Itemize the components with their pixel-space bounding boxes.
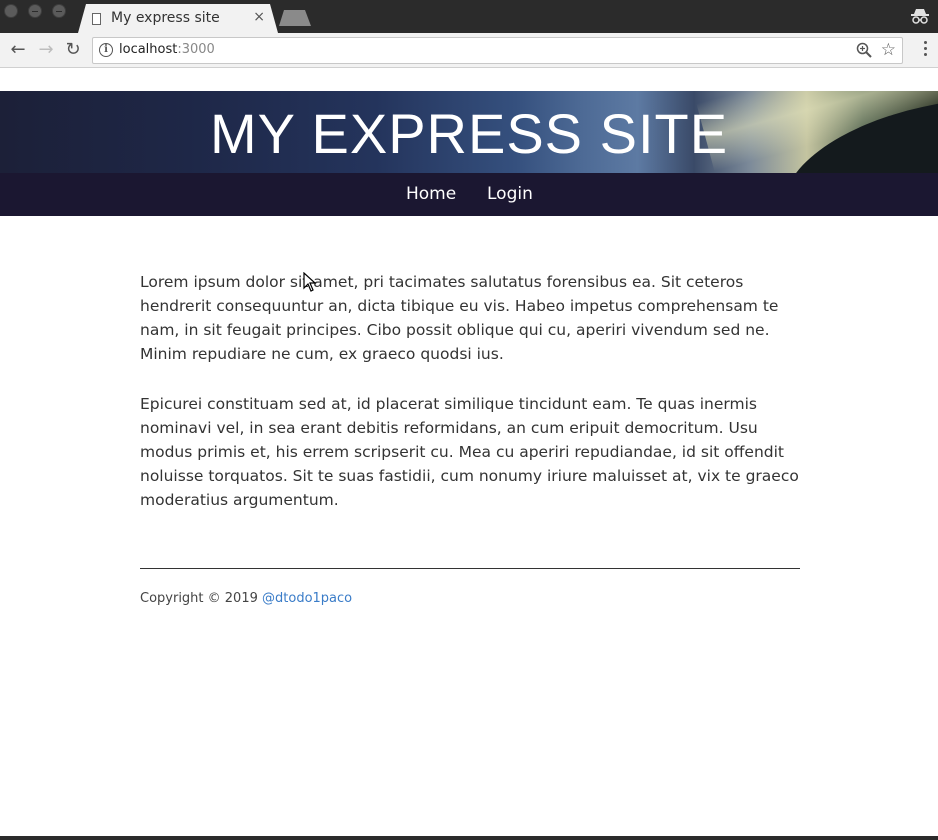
browser-tab[interactable]: My express site × — [78, 4, 278, 33]
window-maximize-button[interactable] — [52, 4, 66, 18]
browser-menu-icon[interactable] — [924, 41, 928, 59]
copyright-text: Copyright © 2019 — [140, 591, 263, 606]
footer-divider — [140, 568, 800, 569]
tab-close-button[interactable]: × — [253, 9, 265, 25]
site-footer: Copyright © 2019 @dtodo1paco — [140, 591, 352, 606]
url-text[interactable]: localhost:3000 — [119, 42, 215, 57]
new-tab-button[interactable] — [279, 10, 311, 26]
author-link[interactable]: @dtodo1paco — [262, 591, 352, 606]
hero-banner: MY EXPRESS SITE — [0, 91, 938, 173]
forward-button[interactable]: → — [36, 40, 56, 60]
window-bottom-border — [0, 836, 938, 840]
back-button[interactable]: ← — [8, 40, 28, 60]
incognito-icon — [911, 9, 929, 24]
nav-link-home[interactable]: Home — [406, 184, 456, 204]
url-host: localhost — [119, 42, 178, 57]
page-viewport: MY EXPRESS SITE Home Login Lorem ipsum d… — [0, 68, 938, 836]
tab-title: My express site — [111, 10, 220, 26]
paragraph: Epicurei constituam sed at, id placerat … — [140, 395, 799, 509]
zoom-icon[interactable] — [856, 42, 872, 58]
site-navbar: Home Login — [0, 173, 938, 216]
browser-titlebar: My express site × — [0, 0, 938, 33]
bookmark-star-icon[interactable]: ☆ — [881, 40, 896, 60]
mouse-cursor-icon — [303, 272, 317, 292]
site-info-icon[interactable]: i — [99, 43, 113, 57]
document-icon — [92, 13, 101, 25]
main-content: Lorem ipsum dolor sit amet, pri tacimate… — [140, 270, 800, 538]
nav-link-login[interactable]: Login — [487, 184, 533, 204]
paragraph: Lorem ipsum dolor sit amet, pri tacimate… — [140, 273, 779, 363]
window-close-button[interactable] — [4, 4, 18, 18]
browser-toolbar: ← → ↻ i localhost:3000 ☆ — [0, 33, 938, 68]
address-bar[interactable]: i localhost:3000 ☆ — [92, 37, 903, 64]
window-minimize-button[interactable] — [28, 4, 42, 18]
site-title: MY EXPRESS SITE — [209, 102, 729, 165]
url-port: :3000 — [177, 42, 215, 57]
reload-button[interactable]: ↻ — [63, 40, 83, 60]
